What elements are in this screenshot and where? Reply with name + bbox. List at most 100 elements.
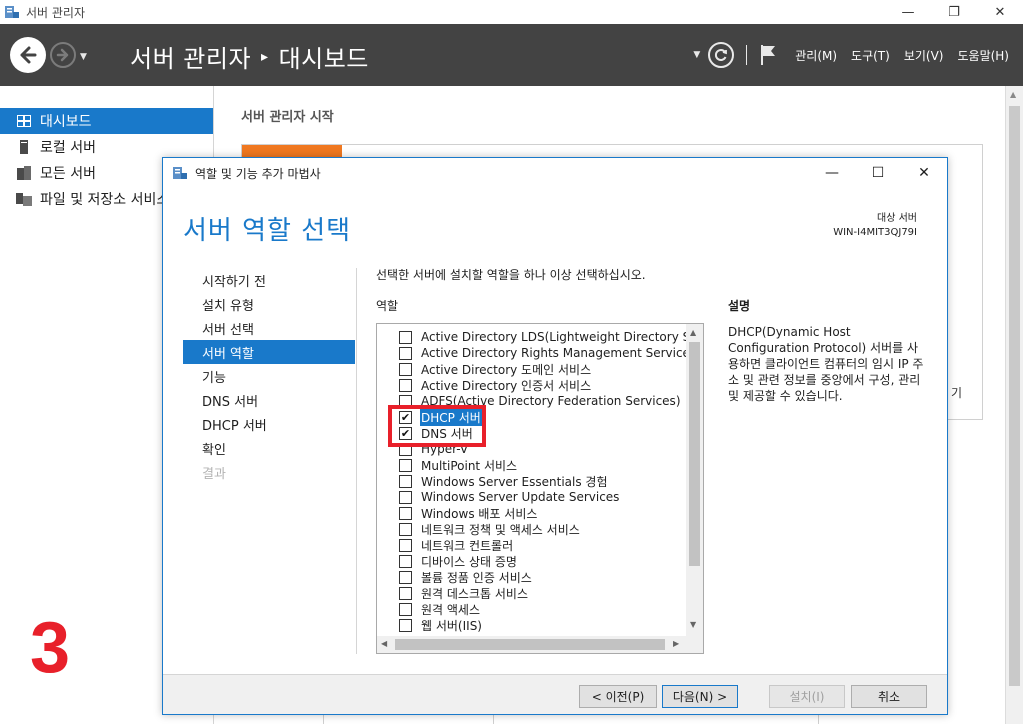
- step-number-annotation: 3: [30, 608, 71, 688]
- install-button: 설치(I): [769, 685, 845, 708]
- role-checkbox[interactable]: [399, 474, 412, 488]
- instruction-text: 선택한 서버에 설치할 역할을 하나 이상 선택하십시오.: [376, 268, 646, 282]
- wizard-step[interactable]: 확인: [183, 436, 355, 460]
- dialog-minimize-button[interactable]: —: [809, 158, 855, 188]
- role-checkbox[interactable]: [399, 362, 412, 376]
- toolbar-divider: [746, 45, 748, 65]
- breadcrumb-separator-icon: ▸: [261, 48, 269, 65]
- restore-button[interactable]: ❐: [931, 0, 977, 24]
- role-item[interactable]: Active Directory 도메인 서비스: [399, 361, 592, 377]
- forward-arrow-icon: [56, 48, 69, 62]
- breadcrumb-root[interactable]: 서버 관리자: [130, 39, 251, 74]
- scroll-thumb[interactable]: [689, 342, 700, 566]
- wizard-step[interactable]: DNS 서버: [183, 388, 355, 412]
- role-checkbox[interactable]: [399, 458, 412, 472]
- scroll-up-icon[interactable]: ▲: [1010, 90, 1016, 99]
- role-label: 원격 데스크톱 서비스: [421, 586, 528, 601]
- role-item[interactable]: Active Directory 인증서 서비스: [399, 377, 592, 393]
- menu-manage[interactable]: 관리(M): [795, 47, 837, 64]
- role-item[interactable]: 디바이스 상태 증명: [399, 553, 518, 569]
- dialog-titlebar: 역할 및 기능 추가 마법사 — ☐ ✕: [163, 158, 947, 188]
- role-checkbox[interactable]: [399, 538, 412, 552]
- refresh-button[interactable]: [708, 42, 735, 68]
- role-checkbox[interactable]: [399, 602, 412, 616]
- sidebar-item-label: 모든 서버: [40, 166, 96, 182]
- dialog-title: 역할 및 기능 추가 마법사: [195, 166, 321, 181]
- wizard-step-active[interactable]: 서버 역할: [183, 340, 355, 364]
- role-label: Windows Server Update Services: [421, 490, 620, 504]
- role-item[interactable]: 볼륨 정품 인증 서비스: [399, 569, 533, 585]
- previous-button[interactable]: < 이전(P): [579, 685, 657, 708]
- refresh-icon: [715, 49, 728, 61]
- role-item[interactable]: 네트워크 정책 및 액세스 서비스: [399, 521, 581, 537]
- role-item[interactable]: MultiPoint 서비스: [399, 457, 518, 473]
- role-checkbox[interactable]: [399, 618, 412, 632]
- back-button[interactable]: [10, 37, 46, 73]
- role-label: 디바이스 상태 증명: [421, 554, 517, 569]
- role-checkbox[interactable]: [399, 346, 412, 360]
- dashboard-icon: [16, 114, 32, 128]
- wizard-step[interactable]: 설치 유형: [183, 292, 355, 316]
- scroll-thumb[interactable]: [1009, 106, 1020, 686]
- minimize-button[interactable]: —: [885, 0, 931, 24]
- role-checkbox[interactable]: [399, 506, 412, 520]
- wizard-step[interactable]: DHCP 서버: [183, 412, 355, 436]
- menu-tools[interactable]: 도구(T): [851, 47, 890, 64]
- roles-vertical-scrollbar[interactable]: ▲ ▼: [686, 324, 703, 653]
- roles-label: 역할: [376, 299, 399, 313]
- menu-view[interactable]: 보기(V): [904, 47, 944, 64]
- roles-list[interactable]: Active Directory LDS(Lightweight Directo…: [376, 323, 704, 654]
- wizard-step[interactable]: 기능: [183, 364, 355, 388]
- cancel-button[interactable]: 취소: [851, 685, 927, 708]
- window-titlebar: 서버 관리자 — ❐ ✕: [0, 0, 1023, 24]
- history-dropdown-icon[interactable]: ▼: [80, 52, 87, 62]
- scroll-up-icon[interactable]: ▲: [690, 328, 696, 337]
- next-button[interactable]: 다음(N) >: [662, 685, 738, 708]
- role-checkbox[interactable]: [399, 570, 412, 584]
- breadcrumb-current: 대시보드: [278, 45, 369, 73]
- scroll-right-icon[interactable]: ▶: [673, 639, 679, 648]
- refresh-dropdown-icon[interactable]: ▼: [693, 50, 700, 60]
- scroll-left-icon[interactable]: ◀: [381, 639, 387, 648]
- wizard-step[interactable]: 시작하기 전: [183, 268, 355, 292]
- dialog-maximize-button[interactable]: ☐: [855, 158, 901, 188]
- role-item[interactable]: Active Directory LDS(Lightweight Directo…: [399, 329, 703, 345]
- role-checkbox[interactable]: [399, 330, 412, 344]
- role-item[interactable]: 원격 액세스: [399, 601, 481, 617]
- sidebar-item-label: 대시보드: [40, 114, 92, 130]
- role-label: 원격 액세스: [421, 602, 481, 617]
- roles-horizontal-scrollbar[interactable]: ◀ ▶: [377, 636, 687, 653]
- role-item[interactable]: Windows Server Essentials 경험: [399, 473, 609, 489]
- scroll-thumb[interactable]: [395, 639, 665, 650]
- notifications-flag-icon[interactable]: [759, 43, 777, 67]
- role-item[interactable]: Windows Server Update Services: [399, 489, 620, 505]
- role-item[interactable]: Windows 배포 서비스: [399, 505, 538, 521]
- dialog-close-button[interactable]: ✕: [901, 158, 947, 188]
- wizard-step[interactable]: 서버 선택: [183, 316, 355, 340]
- main-scrollbar[interactable]: ▲: [1005, 86, 1023, 724]
- role-checkbox[interactable]: [399, 490, 412, 504]
- role-label: 볼륨 정품 인증 서비스: [421, 570, 532, 585]
- role-label: 네트워크 컨트롤러: [421, 538, 514, 553]
- role-item[interactable]: 웹 서버(IIS): [399, 617, 483, 633]
- description-text: DHCP(Dynamic Host Configuration Protocol…: [728, 325, 924, 403]
- menu-help[interactable]: 도움말(H): [957, 47, 1009, 64]
- sidebar-item-label: 로컬 서버: [40, 140, 96, 156]
- close-button[interactable]: ✕: [977, 0, 1023, 24]
- role-checkbox[interactable]: [399, 378, 412, 392]
- wizard-step-disabled: 결과: [202, 466, 226, 482]
- sidebar-item-dashboard[interactable]: 대시보드: [0, 108, 213, 134]
- tile-peek-text: 기: [951, 386, 963, 400]
- page-heading: 서버 관리자 시작: [241, 110, 334, 125]
- destination-server-name: WIN-I4MIT3QJ79I: [833, 227, 917, 238]
- role-checkbox[interactable]: [399, 522, 412, 536]
- role-checkbox[interactable]: [399, 586, 412, 600]
- forward-button[interactable]: [50, 42, 76, 68]
- scroll-down-icon[interactable]: ▼: [690, 620, 696, 629]
- role-item[interactable]: 네트워크 컨트롤러: [399, 537, 514, 553]
- role-checkbox[interactable]: [399, 554, 412, 568]
- role-item[interactable]: Active Directory Rights Management Servi…: [399, 345, 697, 361]
- back-arrow-icon: [20, 46, 37, 64]
- role-label: MultiPoint 서비스: [421, 458, 518, 473]
- role-item[interactable]: 원격 데스크톱 서비스: [399, 585, 529, 601]
